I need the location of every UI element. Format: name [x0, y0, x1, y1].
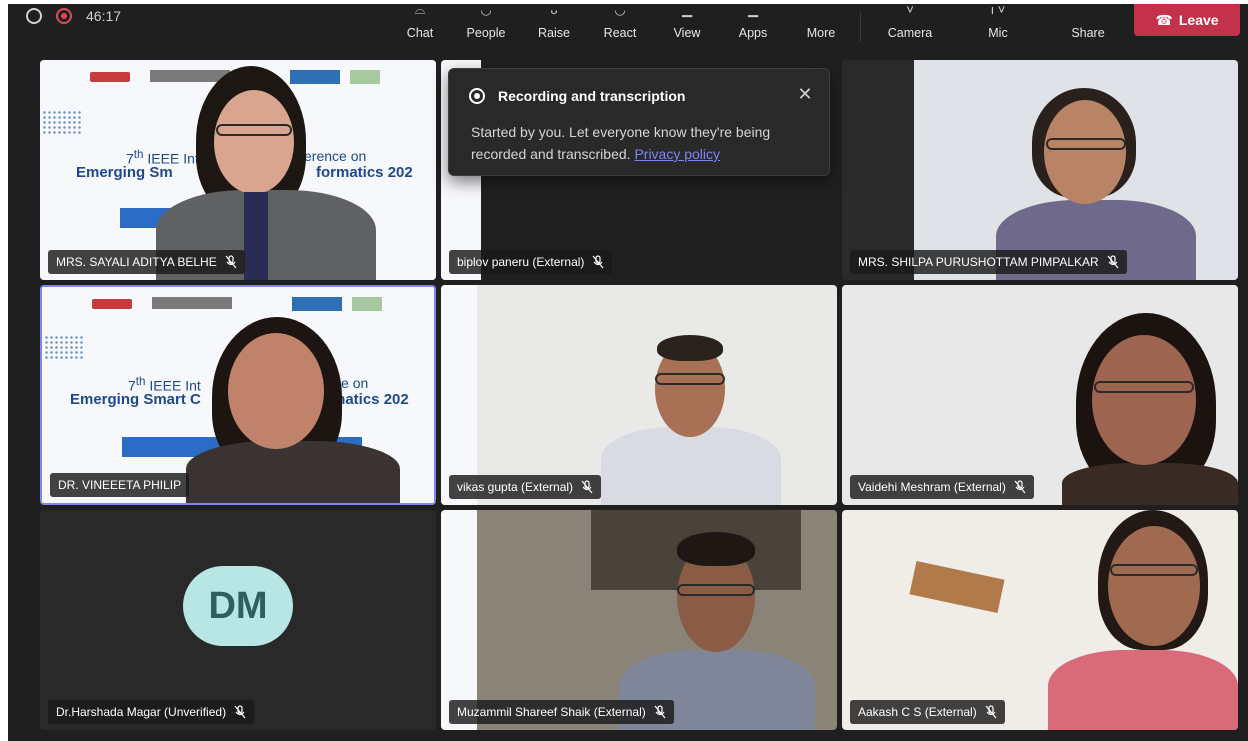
apps-icon: ▁ [748, 4, 758, 17]
participant-name-tag: Aakash C S (External) [850, 700, 1005, 724]
participant-video [150, 66, 390, 280]
participant-name-tag: DR. VINEEETA PHILIP [50, 473, 190, 497]
people-icon: ◡ [480, 4, 492, 17]
participant-tile[interactable]: Vaidehi Meshram (External) [842, 285, 1238, 505]
smiley-icon: ◡ [614, 4, 626, 17]
react-button[interactable]: ◡ React [592, 4, 648, 50]
participant-tile[interactable]: 7th IEEE Int erence on Emerging Sm forma… [40, 60, 436, 280]
notification-title: Recording and transcription [498, 88, 686, 104]
mic-off-icon [234, 705, 246, 719]
avatar: DM [183, 566, 293, 646]
notification-body: Started by you. Let everyone know they'r… [471, 124, 771, 162]
phone-icon: ☎ [1155, 11, 1173, 28]
mic-off-icon [581, 480, 593, 494]
chat-icon: ⌓ [414, 4, 426, 17]
shared-slide-edge [441, 510, 477, 730]
raise-hand-button[interactable]: ᴗ Raise [526, 4, 582, 50]
meeting-timer: 46:17 [86, 8, 122, 24]
slide-dots [42, 110, 82, 136]
participant-name-tag: Dr.Harshada Magar (Unverified) [48, 700, 255, 724]
meeting-stage: 46:17 ⌓ Chat ◡ People ᴗ Raise ◡ React ▁ … [8, 4, 1248, 741]
mic-off-icon [654, 705, 666, 719]
participant-name-tag: MRS. SHILPA PURUSHOTTAM PIMPALKAR [850, 250, 1127, 274]
people-button[interactable]: ◡ People [458, 4, 514, 50]
participant-name-tag: vikas gupta (External) [449, 475, 602, 499]
mic-off-icon [225, 255, 237, 269]
shared-slide-edge [441, 285, 477, 505]
recording-notification: Recording and transcription ✕ Started by… [448, 68, 830, 176]
close-icon[interactable]: ✕ [795, 84, 815, 104]
apps-button[interactable]: ▁ Apps [725, 4, 781, 50]
hand-icon: ᴗ [550, 4, 558, 17]
participant-video [591, 335, 791, 505]
participant-name-tag: biplov paneru (External) [449, 250, 613, 274]
participant-tile[interactable]: vikas gupta (External) [441, 285, 837, 505]
shield-icon[interactable] [26, 8, 42, 24]
teams-meeting-window: 46:17 ⌓ Chat ◡ People ᴗ Raise ◡ React ▁ … [0, 0, 1248, 741]
participant-tile[interactable]: Aakash C S (External) [842, 510, 1238, 730]
participant-video [1062, 313, 1238, 505]
participant-tile-active-speaker[interactable]: 7th IEEE Int erence on Emerging Smart C … [40, 285, 436, 505]
camera-icon: ˅ [906, 4, 914, 17]
view-icon: ▁ [682, 4, 692, 17]
toolbar-divider [860, 12, 861, 42]
participant-tile[interactable]: DM Dr.Harshada Magar (Unverified) [40, 510, 436, 730]
mic-off-icon [1014, 480, 1026, 494]
privacy-policy-link[interactable]: Privacy policy [634, 146, 720, 162]
mic-icon: ı ˅ [990, 4, 1006, 17]
meeting-status: 46:17 [26, 8, 121, 24]
mic-off-icon [1107, 255, 1119, 269]
participant-name-tag: Vaidehi Meshram (External) [850, 475, 1034, 499]
participant-name-tag: Muzammil Shareef Shaik (External) [449, 700, 674, 724]
participant-name-tag: MRS. SAYALI ADITYA BELHE [48, 250, 245, 274]
mic-button[interactable]: ı ˅ Mic [970, 4, 1026, 50]
recording-icon [56, 8, 72, 24]
record-icon [469, 88, 485, 104]
meeting-toolbar: 46:17 ⌓ Chat ◡ People ᴗ Raise ◡ React ▁ … [8, 4, 1248, 52]
more-icon [793, 4, 849, 24]
chat-button[interactable]: ⌓ Chat [392, 4, 448, 50]
share-button[interactable]: Share [1060, 4, 1116, 50]
participant-video [1048, 510, 1238, 730]
mic-off-icon [592, 255, 604, 269]
share-icon [1060, 4, 1116, 24]
view-button[interactable]: ▁ View [659, 4, 715, 50]
leave-button[interactable]: ☎ Leave [1134, 4, 1240, 36]
slide-dots [44, 335, 84, 361]
mic-off-icon [985, 705, 997, 719]
participant-tile[interactable]: MRS. SHILPA PURUSHOTTAM PIMPALKAR [842, 60, 1238, 280]
more-button[interactable]: More [793, 4, 849, 50]
background-object [909, 561, 1005, 613]
camera-button[interactable]: ˅ Camera [874, 4, 946, 50]
participant-tile[interactable]: Muzammil Shareef Shaik (External) [441, 510, 837, 730]
participant-video [172, 311, 412, 503]
